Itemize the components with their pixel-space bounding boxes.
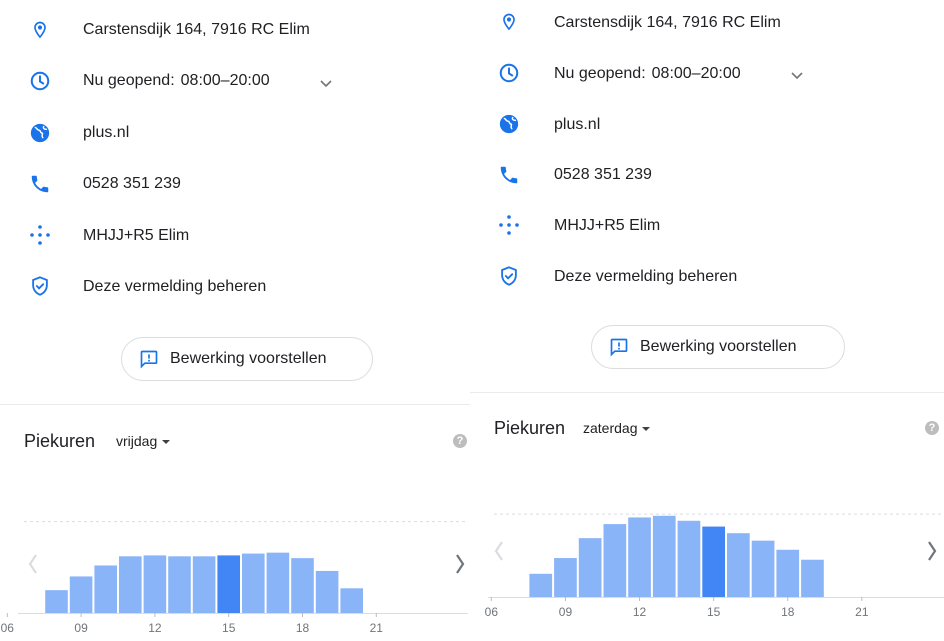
bar-08[interactable] [45,590,68,613]
bar-17[interactable] [266,552,290,613]
bar-16[interactable] [727,533,750,597]
x-tick-label: 18 [781,605,795,619]
bar-19[interactable] [315,570,339,613]
x-tick-label: 12 [633,605,647,619]
bar-17[interactable] [751,540,775,597]
bar-18[interactable] [776,549,800,597]
popular-times-chart: 06 09 12 15 18 21 [1,521,468,635]
bar-15[interactable] [702,526,725,597]
x-tick-label: 12 [148,621,162,635]
bar-10[interactable] [578,538,602,597]
bar-20[interactable] [340,588,363,613]
chevron-left-icon[interactable] [28,554,37,574]
place-panel-left: Carstensdijk 164, 7916 RC Elim Nu geopen… [0,0,470,641]
bar-11[interactable] [119,556,142,613]
bar-19[interactable] [801,559,824,597]
x-tick-label: 09 [559,605,573,619]
x-tick-label: 21 [370,621,384,635]
x-tick-label: 18 [296,621,310,635]
x-tick-label: 06 [485,605,499,619]
x-tick-label: 15 [707,605,721,619]
chevron-right-icon[interactable] [928,541,937,561]
bar-12[interactable] [628,517,651,597]
bar-09[interactable] [554,558,577,597]
chevron-right-icon[interactable] [456,554,465,574]
bar-15[interactable] [217,555,240,613]
bar-14[interactable] [677,520,701,597]
bar-12[interactable] [143,555,167,613]
chevron-left-icon[interactable] [494,541,503,561]
bar-10[interactable] [94,565,117,613]
bar-18[interactable] [291,558,314,613]
place-panel-right: Carstensdijk 164, 7916 RC Elim Nu geopen… [470,0,944,641]
x-tick-label: 06 [1,621,15,635]
bar-16[interactable] [242,553,265,613]
x-tick-label: 09 [74,621,88,635]
bar-11[interactable] [603,524,627,597]
bar-08[interactable] [529,573,553,597]
x-tick-label: 15 [222,621,236,635]
bar-13[interactable] [652,515,676,597]
bar-13[interactable] [168,556,191,613]
x-tick-label: 21 [855,605,869,619]
bar-14[interactable] [192,556,216,613]
bar-09[interactable] [69,576,93,613]
popular-times-chart: 06 09 12 15 18 21 [485,513,944,619]
